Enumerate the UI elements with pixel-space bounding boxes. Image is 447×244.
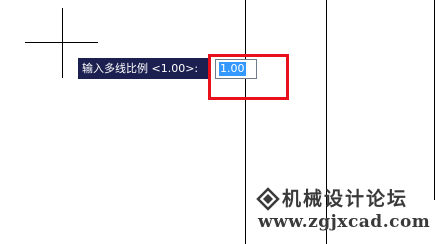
- dynamic-input-prompt: 输入多线比例 <1.00>:: [78, 58, 211, 79]
- annotation-highlight-box: [208, 54, 289, 100]
- drawing-line: [245, 0, 246, 244]
- crosshair-cursor-vertical: [62, 8, 63, 78]
- watermark-url: www.zgjxcad.com: [258, 212, 431, 232]
- drawing-canvas[interactable]: 输入多线比例 <1.00>: 1.00 机械设计论坛 www.zgjxcad.c…: [0, 0, 447, 244]
- watermark-title: 机械设计论坛: [282, 188, 409, 210]
- drawing-line: [434, 0, 435, 200]
- diamond-logo-icon: [256, 187, 280, 211]
- site-watermark: 机械设计论坛 www.zgjxcad.com: [256, 184, 444, 242]
